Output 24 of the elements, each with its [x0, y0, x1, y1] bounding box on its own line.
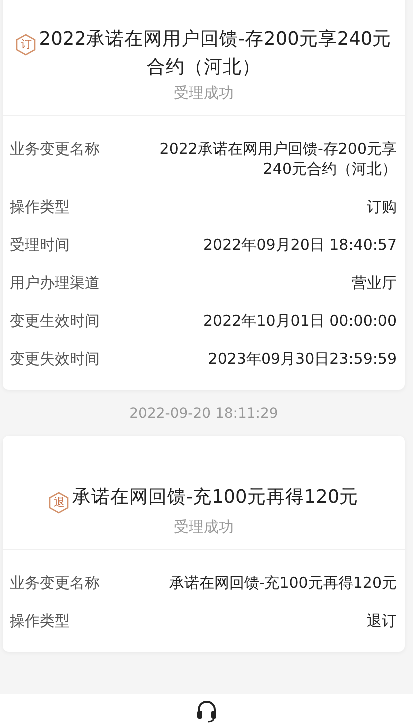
- field-value: 2023年09月30日23:59:59: [208, 349, 397, 369]
- timestamp: 2022-09-20 18:11:29: [128, 405, 280, 424]
- field-value: 营业厅: [352, 273, 397, 293]
- badge-icon: 订: [16, 34, 36, 56]
- field-label: 业务变更名称: [10, 139, 100, 159]
- field-label: 变更生效时间: [10, 311, 100, 331]
- record-title: 2022承诺在网用户回馈-存200元享240元合约（河北）: [39, 29, 392, 78]
- field-label: 业务变更名称: [10, 573, 100, 593]
- field-value: 2022年10月01日 00:00:00: [204, 311, 397, 331]
- field-label: 操作类型: [10, 611, 70, 631]
- field-label: 变更失效时间: [10, 349, 100, 369]
- field-value: 退订: [367, 611, 397, 631]
- field-value: 2022承诺在网用户回馈-存200元享240元合约（河北）: [158, 139, 397, 179]
- record-title: 承诺在网回馈-充100元再得120元: [72, 487, 359, 508]
- field-label: 受理时间: [10, 235, 70, 255]
- headset-icon[interactable]: [196, 699, 218, 723]
- field-label: 操作类型: [10, 197, 70, 217]
- field-value: 订购: [367, 197, 397, 217]
- field-value: 承诺在网回馈-充100元再得120元: [169, 573, 397, 593]
- field-label: 用户办理渠道: [10, 273, 100, 293]
- status-text: 受理成功: [173, 518, 235, 537]
- badge-icon: 退: [49, 492, 70, 514]
- status-text: 受理成功: [173, 84, 235, 103]
- field-value: 2022年09月20日 18:40:57: [204, 235, 397, 255]
